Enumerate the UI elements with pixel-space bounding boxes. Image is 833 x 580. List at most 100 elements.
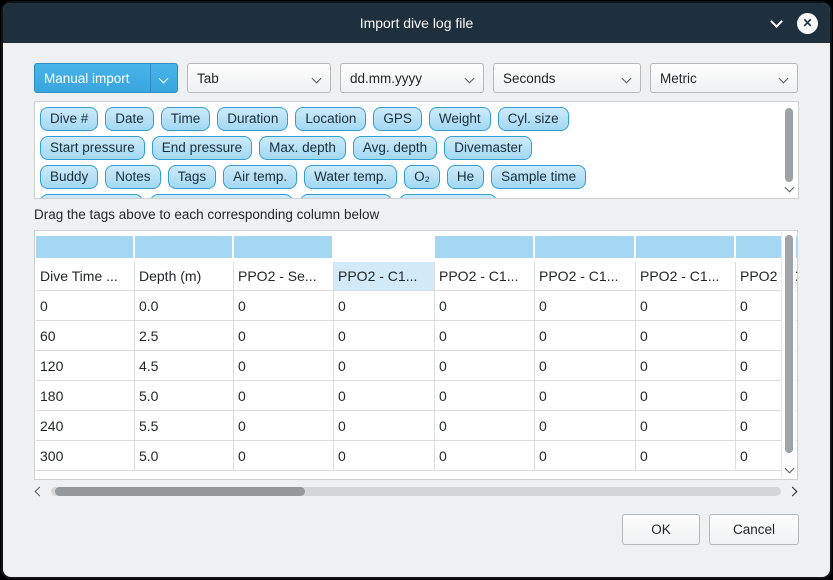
column-drop-target[interactable] xyxy=(334,236,435,262)
scroll-down-icon[interactable] xyxy=(785,464,795,474)
tag-pool-scrollbar[interactable] xyxy=(783,104,795,196)
scrollbar-thumb[interactable] xyxy=(785,235,793,453)
table-cell: 0 xyxy=(334,441,435,471)
table-cell: 0 xyxy=(535,321,636,351)
table-cell: 0 xyxy=(535,351,636,381)
preview-table-container: Dive Time ...Depth (m)PPO2 - Se...PPO2 -… xyxy=(34,230,798,480)
close-icon: ✕ xyxy=(802,16,812,30)
tag-date[interactable]: Date xyxy=(105,107,154,131)
chevron-down-icon[interactable] xyxy=(770,15,783,28)
table-cell: 0 xyxy=(334,411,435,441)
tag-sample-po[interactable]: Sample pO₂ xyxy=(300,194,393,199)
import-mode-combo[interactable]: Manual import xyxy=(34,63,178,93)
table-cell: 0 xyxy=(234,441,334,471)
tag-cyl-size[interactable]: Cyl. size xyxy=(498,107,569,131)
table-vertical-scrollbar[interactable] xyxy=(781,232,796,478)
combo-value: Tab xyxy=(197,71,219,86)
tag-sample-time[interactable]: Sample time xyxy=(491,165,586,189)
tag-location[interactable]: Location xyxy=(295,107,366,131)
table-cell: 300 xyxy=(36,441,135,471)
table-cell: 0 xyxy=(535,411,636,441)
table-horizontal-scrollbar[interactable] xyxy=(34,484,798,499)
tag-sample-temperature[interactable]: Sample temperature xyxy=(150,194,292,199)
import-dive-log-dialog: Import dive log file ✕ Manual import Tab d… xyxy=(3,3,830,577)
combo-row: Manual import Tab dd.mm.yyyy Seconds Metric xyxy=(34,63,799,93)
tag-divemaster[interactable]: Divemaster xyxy=(444,136,532,160)
column-header: Dive Time ... xyxy=(36,262,135,291)
tag-sample-cns[interactable]: Sample CNS xyxy=(399,194,497,199)
table-cell: 5.0 xyxy=(135,381,234,411)
tag-row: Dive # Date TimeDuration Location GPS Weight C… xyxy=(40,107,776,131)
dialog-content: Manual importTabdd.mm.yyyySecondsMetric … xyxy=(3,63,830,545)
tag-he[interactable]: He xyxy=(447,165,484,189)
chevron-down-icon xyxy=(457,64,473,92)
table-cell: 240 xyxy=(36,411,135,441)
table-cell: 0 xyxy=(234,381,334,411)
column-drop-target[interactable] xyxy=(535,236,636,262)
tag-notes[interactable]: Notes xyxy=(105,165,160,189)
table-cell: 180 xyxy=(36,381,135,411)
titlebar-controls: ✕ xyxy=(772,3,818,43)
scrollbar-thumb[interactable] xyxy=(55,487,305,496)
scroll-down-icon[interactable] xyxy=(785,183,795,193)
chevron-down-icon xyxy=(304,64,320,92)
column-drop-target[interactable] xyxy=(435,236,535,262)
column-header: PPO2 - C1... xyxy=(636,262,736,291)
column-drop-target[interactable] xyxy=(234,236,334,262)
table-row: 00.0000000 xyxy=(36,291,798,321)
tag-end-pressure[interactable]: End pressure xyxy=(152,136,252,160)
column-drop-target[interactable] xyxy=(135,236,234,262)
scrollbar-thumb[interactable] xyxy=(785,108,793,182)
table-cell: 0 xyxy=(334,381,435,411)
table-cell: 0 xyxy=(636,291,736,321)
combo-value: dd.mm.yyyy xyxy=(350,71,422,86)
tag-max-depth[interactable]: Max. depth xyxy=(259,136,346,160)
cancel-button[interactable]: Cancel xyxy=(709,514,799,545)
tag-buddy[interactable]: Buddy xyxy=(40,165,98,189)
table-cell: 5.0 xyxy=(135,441,234,471)
tag-tags[interactable]: Tags xyxy=(168,165,217,189)
tag-sample-depth[interactable]: Sample depth xyxy=(40,194,143,199)
scroll-left-icon[interactable] xyxy=(35,487,45,497)
tag-dive-number[interactable]: Dive # xyxy=(40,107,98,131)
units-combo[interactable]: Metric xyxy=(650,63,798,93)
chevron-down-icon xyxy=(150,64,167,92)
column-header: PPO2 - Se... xyxy=(234,262,334,291)
scroll-right-icon[interactable] xyxy=(788,487,798,497)
combo-value: Seconds xyxy=(503,71,556,86)
tag-water-temp[interactable]: Water temp. xyxy=(304,165,397,189)
time-format-combo[interactable]: Seconds xyxy=(493,63,641,93)
table-cell: 0 xyxy=(435,441,535,471)
table-cell: 0 xyxy=(234,321,334,351)
table-cell: 0 xyxy=(334,321,435,351)
table-cell: 0 xyxy=(435,321,535,351)
tag-time[interactable]: Time xyxy=(161,107,211,131)
ok-button[interactable]: OK xyxy=(622,514,700,545)
tag-duration[interactable]: Duration xyxy=(217,107,288,131)
table-cell: 60 xyxy=(36,321,135,351)
table-cell: 4.5 xyxy=(135,351,234,381)
close-button[interactable]: ✕ xyxy=(797,13,818,34)
table-row: 602.5000000 xyxy=(36,321,798,351)
tag-avg-depth[interactable]: Avg. depth xyxy=(353,136,437,160)
field-separator-combo[interactable]: Tab xyxy=(187,63,331,93)
dialog-title: Import dive log file xyxy=(360,15,474,31)
column-drop-target[interactable] xyxy=(36,236,135,262)
tag-air-temp[interactable]: Air temp. xyxy=(223,165,297,189)
table-cell: 0 xyxy=(636,351,736,381)
table-cell: 0 xyxy=(435,381,535,411)
column-header: PPO2 - C1... xyxy=(334,262,435,291)
table-row: 1805.0000000 xyxy=(36,381,798,411)
tag-gps[interactable]: GPS xyxy=(373,107,422,131)
preview-table: Dive Time ...Depth (m)PPO2 - Se...PPO2 -… xyxy=(36,236,798,471)
chevron-down-icon xyxy=(771,64,787,92)
tag-o[interactable]: O₂ xyxy=(404,165,440,189)
column-drop-target[interactable] xyxy=(636,236,736,262)
titlebar[interactable]: Import dive log file ✕ xyxy=(3,3,830,43)
column-header: PPO2 - C1... xyxy=(435,262,535,291)
table-cell: 0 xyxy=(435,351,535,381)
date-format-combo[interactable]: dd.mm.yyyy xyxy=(340,63,484,93)
tag-weight[interactable]: Weight xyxy=(429,107,491,131)
table-cell: 0 xyxy=(334,351,435,381)
tag-start-pressure[interactable]: Start pressure xyxy=(40,136,145,160)
